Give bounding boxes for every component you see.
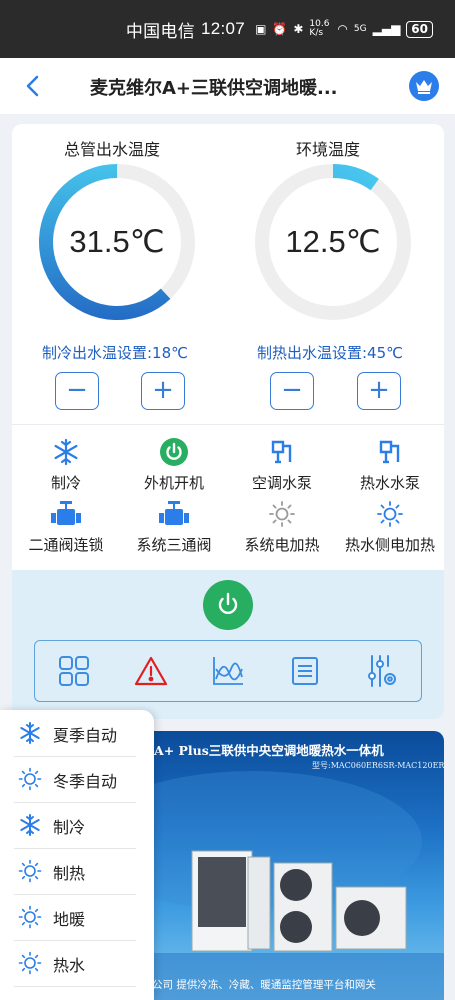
banner-footer: 公司 提供冷冻、冷藏、暖通监控管理平台和网关: [152, 979, 376, 991]
valve-icon: [120, 498, 228, 530]
snowflake-icon: [20, 814, 40, 836]
sun-icon: [336, 498, 444, 530]
mode-menu: 夏季自动 冬季自动 制冷 制热 地暖 热水: [0, 710, 154, 1000]
sun-icon: [18, 767, 42, 791]
function-ac-pump[interactable]: 空调水泵: [228, 436, 336, 493]
function-label: 二通阀连锁: [28, 536, 104, 554]
function-label: 热水侧电加热: [344, 536, 435, 554]
gauge-value: 31.5℃: [69, 224, 165, 259]
menu-item-label: 热水: [53, 956, 86, 975]
function-cooling[interactable]: 制冷: [12, 436, 120, 493]
function-label: 系统三通阀: [136, 536, 212, 554]
gauge-outlet-temp: 总管出水温度 31.5℃: [12, 124, 212, 320]
status-bar: 中国电信 12:07 ▣ ⏰ ✱ 10.6 K/s ◠ 5G ▂▄▆ 60: [0, 0, 455, 58]
back-arrow-icon[interactable]: [22, 74, 46, 98]
gauge-ring: 31.5℃: [37, 162, 197, 322]
function-three-way-valve[interactable]: 系统三通阀: [120, 498, 228, 555]
menu-item-hot-water[interactable]: 热水: [0, 940, 154, 986]
valve-icon: [12, 498, 120, 530]
power-icon: [218, 592, 238, 614]
menu-item-summer-auto[interactable]: 夏季自动: [0, 710, 154, 756]
network-type: 5G: [353, 24, 367, 34]
menu-item-label: 制冷: [53, 818, 86, 837]
gauge-value: 12.5℃: [285, 224, 381, 259]
bluetooth-icon: ✱: [293, 22, 304, 36]
function-hot-water-heater[interactable]: 热水侧电加热: [336, 498, 444, 555]
menu-item-label: 冬季自动: [53, 772, 118, 791]
sun-icon: [18, 859, 42, 883]
function-two-way-valve[interactable]: 二通阀连锁: [12, 498, 120, 555]
sun-icon: [18, 951, 42, 975]
nfc-icon: ▣: [255, 22, 267, 36]
carrier-label: 中国电信: [125, 21, 196, 41]
snowflake-icon: [20, 722, 40, 744]
heating-plus-button[interactable]: +: [357, 372, 401, 410]
chart-icon[interactable]: [206, 649, 250, 693]
list-icon[interactable]: [283, 649, 327, 693]
menu-item-label: 地暖: [53, 910, 86, 929]
banner-model: 型号:MAC060ER6SR-MAC120ER6SR: [312, 761, 444, 770]
power-green-icon: [120, 436, 228, 468]
bottom-toolbar: [34, 640, 422, 702]
clock: 12:07: [201, 19, 246, 38]
menu-item-label: 夏季自动: [53, 726, 118, 745]
network-speed: 10.6 K/s: [309, 19, 330, 38]
sun-icon: [228, 498, 336, 530]
menu-item-winter-auto[interactable]: 冬季自动: [0, 756, 154, 802]
menu-item-floor-heating[interactable]: 地暖: [0, 894, 154, 940]
nav-bar: 麦克维尔A+三联供空调地暖...: [0, 58, 455, 114]
cooling-setpoint-label[interactable]: 制冷出水温设置:18℃: [42, 342, 188, 363]
pump-icon: [336, 436, 444, 468]
function-outdoor-power[interactable]: 外机开机: [120, 436, 228, 493]
page-title: 麦克维尔A+三联供空调地暖...: [90, 78, 338, 99]
function-label: 外机开机: [143, 474, 204, 492]
banner-title: A+ Plus三联供中央空调地暖热水一体机: [154, 743, 384, 758]
heating-minus-button[interactable]: −: [270, 372, 314, 410]
signal-icon: ▂▄▆: [372, 22, 401, 36]
sun-icon: [18, 905, 42, 929]
battery-indicator: 60: [406, 20, 433, 38]
control-panel: [12, 570, 444, 719]
device-control-card: 总管出水温度 31.5℃ 环境温度 12.5℃ 制冷出水温设置:18℃ 制热出水…: [12, 124, 444, 719]
crown-icon[interactable]: [409, 71, 439, 101]
menu-item-cooling[interactable]: 制冷: [0, 802, 154, 848]
grid-icon[interactable]: [52, 649, 96, 693]
function-system-heater[interactable]: 系统电加热: [228, 498, 336, 555]
wifi-icon: ◠: [337, 22, 348, 36]
cooling-minus-button[interactable]: −: [55, 372, 99, 410]
function-hot-water-pump[interactable]: 热水水泵: [336, 436, 444, 493]
cooling-plus-button[interactable]: +: [141, 372, 185, 410]
snowflake-icon: [12, 436, 120, 468]
gauge-label: 环境温度: [295, 140, 360, 159]
function-label: 空调水泵: [251, 474, 312, 492]
function-label: 制冷: [50, 474, 81, 492]
divider: [14, 986, 136, 987]
menu-item-label: 制热: [53, 864, 86, 883]
function-label: 热水水泵: [359, 474, 420, 492]
divider: [12, 424, 444, 425]
heating-setpoint-label[interactable]: 制热出水温设置:45℃: [257, 342, 403, 363]
warning-icon[interactable]: [129, 649, 173, 693]
settings-sliders-icon[interactable]: [360, 649, 404, 693]
function-label: 系统电加热: [244, 536, 320, 554]
gauge-ambient-temp: 环境温度 12.5℃: [228, 124, 428, 320]
pump-icon: [228, 436, 336, 468]
gauge-ring: 12.5℃: [253, 162, 413, 322]
menu-item-heating[interactable]: 制热: [0, 848, 154, 894]
alarm-icon: ⏰: [272, 22, 288, 36]
gauge-label: 总管出水温度: [63, 140, 160, 159]
power-button[interactable]: [203, 580, 253, 630]
